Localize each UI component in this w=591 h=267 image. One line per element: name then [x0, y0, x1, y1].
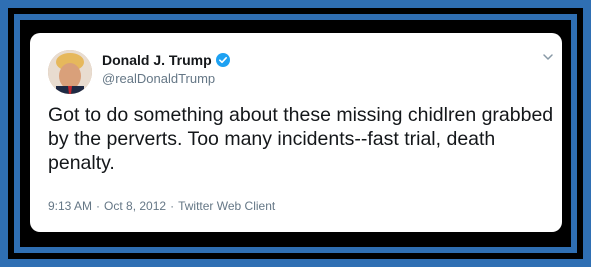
tweet-date[interactable]: Oct 8, 2012 [104, 199, 166, 213]
tweet-card: Donald J. Trump @realDonaldTrump Got to … [30, 33, 562, 232]
handle[interactable]: @realDonaldTrump [102, 71, 230, 86]
tweet-header: Donald J. Trump @realDonaldTrump [102, 52, 230, 86]
tweet-client[interactable]: Twitter Web Client [178, 199, 275, 213]
chevron-down-icon[interactable] [542, 51, 554, 63]
meta-separator: · [96, 199, 101, 213]
tweet-time[interactable]: 9:13 AM [48, 199, 92, 213]
display-name[interactable]: Donald J. Trump [102, 52, 212, 68]
tweet-meta: 9:13 AM · Oct 8, 2012 · Twitter Web Clie… [48, 199, 275, 213]
verified-badge-icon [215, 53, 230, 67]
avatar[interactable] [48, 50, 92, 94]
meta-separator: · [170, 199, 175, 213]
tweet-text: Got to do something about these missing … [48, 104, 554, 174]
